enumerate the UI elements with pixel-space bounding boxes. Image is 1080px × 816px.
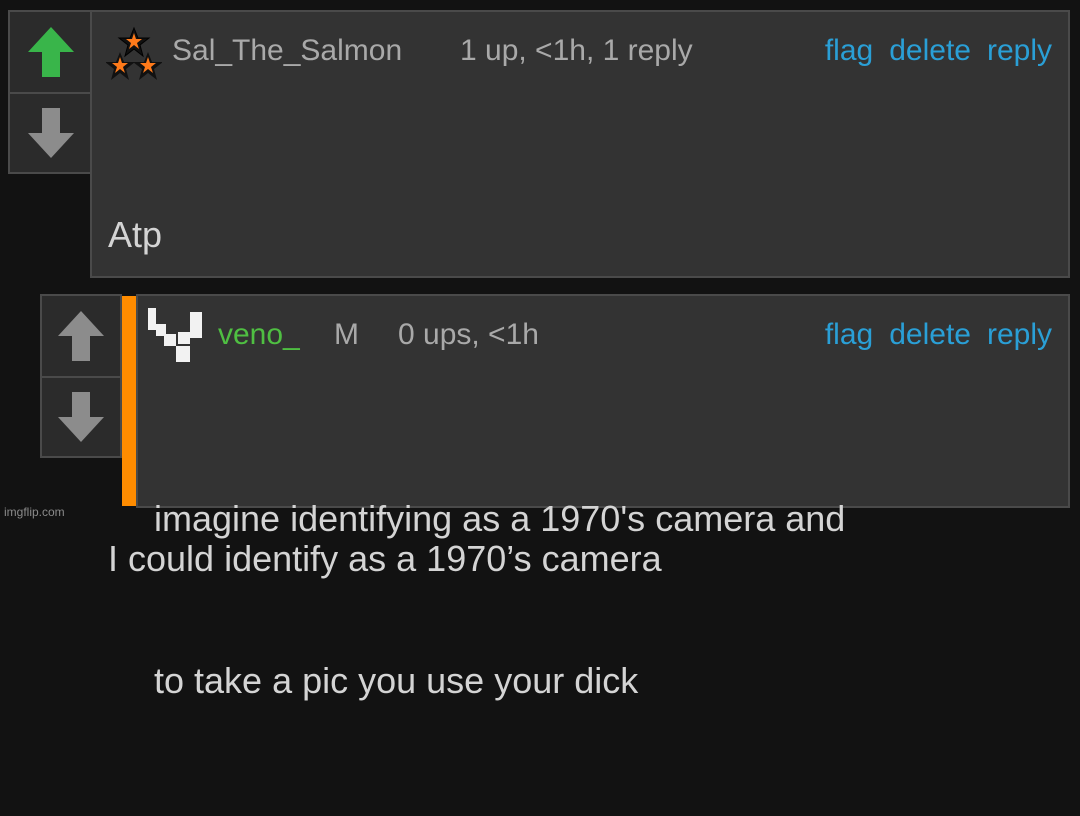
comment-meta: 0 ups, <1h [398, 318, 539, 351]
downvote-button[interactable] [42, 378, 120, 456]
delete-link[interactable]: delete [889, 34, 971, 68]
comment-line: imagine identifying as a 1970's camera a… [154, 498, 846, 539]
watermark: imgflip.com [4, 505, 65, 519]
comment-text: imagine identifying as a 1970's camera a… [154, 384, 845, 816]
comment-actions: flag delete reply [825, 318, 1052, 352]
star-badge-icon [106, 26, 162, 80]
pixel-v-icon [148, 308, 202, 362]
username[interactable]: veno_ [218, 318, 300, 352]
upvote-button[interactable] [42, 296, 120, 376]
comment-meta: 1 up, <1h, 1 reply [460, 34, 693, 67]
reply-link[interactable]: reply [987, 34, 1052, 68]
vote-column [8, 10, 94, 174]
down-arrow-icon [58, 392, 104, 442]
down-arrow-icon [28, 108, 74, 158]
delete-link[interactable]: delete [889, 318, 971, 352]
comment-line: Atp [108, 214, 163, 255]
up-arrow-icon [28, 27, 74, 77]
username[interactable]: Sal_The_Salmon [172, 34, 402, 68]
avatar[interactable] [106, 26, 162, 82]
avatar[interactable] [148, 306, 210, 368]
comment-actions: flag delete reply [825, 34, 1052, 68]
mod-badge: M [334, 318, 359, 351]
flag-link[interactable]: flag [825, 34, 873, 68]
comment-body: Sal_The_Salmon 1 up, <1h, 1 reply flag d… [90, 10, 1070, 579]
comment-body: veno_ M 0 ups, <1h flag delete reply ima… [136, 294, 1070, 701]
up-arrow-icon [58, 311, 104, 361]
upvote-button[interactable] [10, 12, 92, 92]
flag-link[interactable]: flag [825, 318, 873, 352]
vote-column [40, 294, 122, 458]
reply-link[interactable]: reply [987, 318, 1052, 352]
comment-line: to take a pic you use your dick [154, 660, 639, 701]
downvote-button[interactable] [10, 94, 92, 172]
